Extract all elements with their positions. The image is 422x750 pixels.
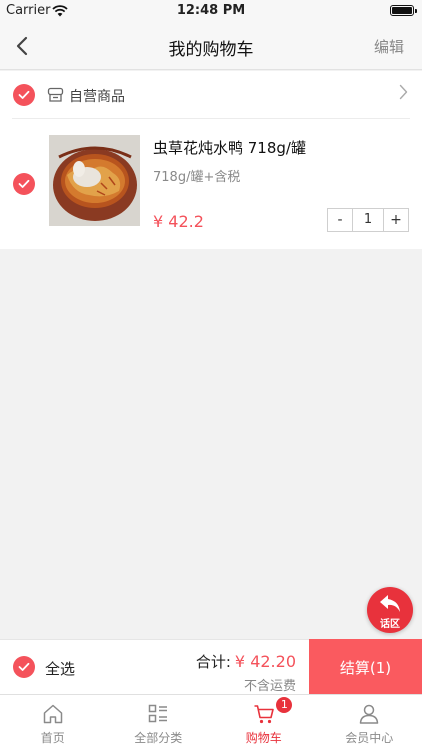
tab-cart[interactable]: 1 购物车: [211, 695, 317, 750]
topic-float-label: 话区: [380, 619, 400, 630]
tab-home[interactable]: 首页: [0, 695, 106, 750]
status-bar: Carrier 12:48 PM: [0, 0, 422, 22]
select-all-checkbox[interactable]: [13, 656, 35, 678]
checkmark-icon: [18, 90, 30, 99]
checkout-bar: 全选 合计: ¥ 42.20 不含运费 结算(1): [0, 639, 422, 695]
product-photo: [49, 135, 140, 226]
total-amount: 合计: ¥ 42.20: [196, 651, 296, 672]
page-title: 我的购物车: [168, 40, 254, 60]
category-list-icon: [149, 704, 168, 723]
tab-bar: 首页 全部分类 1 购物车 会员中心: [0, 694, 422, 750]
home-icon: [43, 704, 62, 724]
user-icon: [360, 704, 379, 724]
quantity-input[interactable]: 1: [352, 209, 384, 231]
tab-member-center[interactable]: 会员中心: [317, 695, 422, 750]
divider: [12, 118, 410, 119]
quantity-stepper: - 1 +: [327, 208, 409, 232]
cart-badge: 1: [276, 697, 293, 713]
tab-label: 会员中心: [345, 731, 394, 745]
shipping-note: 不含运费: [243, 679, 296, 694]
select-all-label[interactable]: 全选: [45, 658, 75, 679]
total-value: ¥ 42.20: [234, 652, 296, 671]
store-name: 自营商品: [69, 89, 125, 105]
tab-label: 首页: [40, 731, 65, 745]
topic-float-button[interactable]: 话区: [367, 587, 413, 633]
product-image[interactable]: [49, 135, 140, 226]
checkout-button[interactable]: 结算(1): [309, 639, 422, 695]
tab-label: 全部分类: [134, 731, 183, 745]
status-time: 12:48 PM: [176, 3, 246, 18]
store-section: 自营商品 虫草花炖水鸭 718g/罐 718g/罐+含税 ¥ 42.2 - 1 …: [0, 71, 422, 249]
edit-button[interactable]: 编辑: [374, 36, 404, 57]
item-checkbox[interactable]: [13, 173, 35, 195]
cart-icon: [254, 705, 274, 724]
product-name[interactable]: 虫草花炖水鸭 718g/罐: [153, 137, 306, 158]
total-label: 合计:: [195, 653, 231, 671]
checkmark-icon: [18, 179, 30, 188]
product-spec: 718g/罐+含税: [153, 170, 241, 185]
decrease-button[interactable]: -: [328, 209, 352, 231]
increase-button[interactable]: +: [384, 209, 408, 231]
store-header[interactable]: 自营商品: [0, 71, 422, 118]
navigation-bar: 我的购物车 编辑: [0, 22, 422, 70]
tab-label: 购物车: [245, 731, 282, 745]
chevron-right-icon[interactable]: [399, 84, 408, 100]
tab-categories[interactable]: 全部分类: [106, 695, 212, 750]
store-checkbox[interactable]: [13, 84, 35, 106]
reply-arrow-icon: [380, 595, 400, 612]
product-price: ¥ 42.2: [153, 212, 204, 231]
battery-icon: [390, 5, 417, 16]
checkmark-icon: [18, 662, 30, 671]
store-icon: [47, 87, 64, 102]
